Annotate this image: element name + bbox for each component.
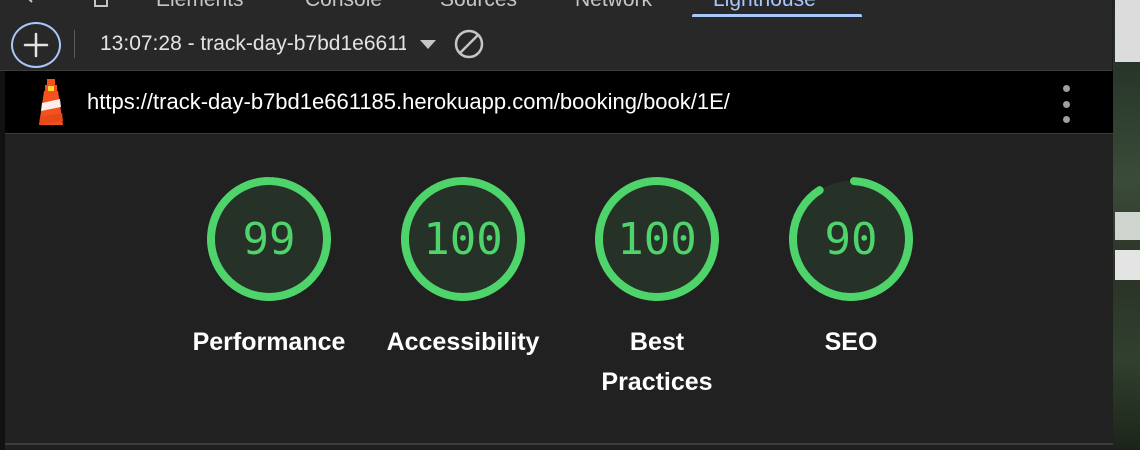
tab-sources[interactable]: Sources xyxy=(440,0,517,12)
devtools-tab-strip: Elements Console Sources Network Lightho… xyxy=(0,0,1112,19)
plus-icon xyxy=(23,32,49,58)
lighthouse-icon xyxy=(39,79,63,125)
background-window-strip xyxy=(1113,0,1140,450)
kebab-dot xyxy=(1062,116,1070,123)
gauge-performance[interactable]: 99 Performance xyxy=(179,174,359,362)
report-selector[interactable]: 13:07:28 - track-day-b7bd1e661185.heroku… xyxy=(100,30,436,58)
score-value: 100 xyxy=(617,214,696,265)
gauge-label: Best Practices xyxy=(601,328,713,396)
kebab-dot xyxy=(1062,100,1070,108)
device-toolbar-icon[interactable] xyxy=(92,0,110,10)
report-url[interactable]: https://track-day-b7bd1e661185.herokuapp… xyxy=(87,89,730,115)
chevron-down-icon xyxy=(420,39,436,49)
new-report-button[interactable] xyxy=(11,22,61,68)
settings-icon[interactable] xyxy=(1012,0,1030,10)
lighthouse-report-summary: 99 Performance 100 Accessibility 100 Bes… xyxy=(5,134,1113,444)
more-tabs-icon[interactable] xyxy=(955,0,973,10)
score-gauge: 100 xyxy=(401,176,525,301)
tab-elements[interactable]: Elements xyxy=(156,0,244,12)
tab-network[interactable]: Network xyxy=(575,0,652,12)
report-selector-label: 13:07:28 - track-day-b7bd1e661185.heroku… xyxy=(100,32,406,55)
score-value: 99 xyxy=(243,214,296,265)
score-gauge: 90 xyxy=(789,176,913,301)
gauge-best-practices[interactable]: 100 Best Practices xyxy=(567,174,747,402)
more-vert-icon[interactable] xyxy=(1057,85,1075,123)
active-tab-indicator xyxy=(692,14,862,17)
score-value: 100 xyxy=(423,214,502,265)
gauge-accessibility[interactable]: 100 Accessibility xyxy=(373,174,553,362)
gauge-label: Performance xyxy=(192,328,346,356)
tab-lighthouse[interactable]: Lighthouse xyxy=(713,0,816,12)
gauge-seo[interactable]: 90 SEO xyxy=(761,174,941,362)
gauge-label: Accessibility xyxy=(386,328,540,356)
clear-reports-button[interactable] xyxy=(452,27,486,61)
gauge-label: SEO xyxy=(824,328,878,356)
score-gauge: 99 xyxy=(207,176,331,301)
report-url-bar: https://track-day-b7bd1e661185.herokuapp… xyxy=(5,71,1113,134)
background-thumbnail xyxy=(1115,212,1140,240)
inspect-element-icon[interactable] xyxy=(22,0,40,10)
tab-console[interactable]: Console xyxy=(305,0,382,12)
toolbar-divider xyxy=(74,30,75,58)
background-thumbnail xyxy=(1115,0,1140,62)
kebab-dot xyxy=(1062,85,1070,92)
background-thumbnail xyxy=(1115,250,1140,280)
score-gauge: 100 xyxy=(595,176,719,301)
panel-bottom-border xyxy=(5,443,1113,445)
score-value: 90 xyxy=(825,214,878,265)
lighthouse-toolbar: 13:07:28 - track-day-b7bd1e661185.heroku… xyxy=(0,18,1112,71)
